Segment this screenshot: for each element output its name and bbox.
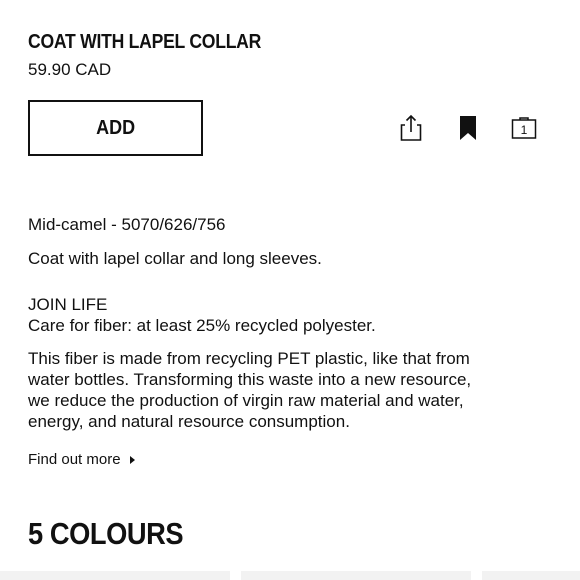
colour-swatch[interactable] <box>241 571 471 580</box>
colour-reference: Mid-camel - 5070/626/756 <box>28 215 226 234</box>
product-price: 59.90 CAD <box>28 60 112 79</box>
product-description: Coat with lapel collar and long sleeves. <box>28 249 322 268</box>
shopping-bag-button[interactable]: 1 <box>508 112 540 144</box>
fiber-text-line: This fiber is made from recycling PET pl… <box>28 349 470 368</box>
join-life-care: Care for fiber: at least 25% recycled po… <box>28 316 376 335</box>
find-out-more-link[interactable]: Find out more <box>28 450 135 469</box>
shopping-bag-icon: 1 <box>511 117 537 139</box>
share-icon <box>400 114 422 141</box>
add-button-label: ADD <box>95 116 136 139</box>
bag-count: 1 <box>521 123 528 137</box>
bookmark-button[interactable] <box>452 112 484 144</box>
fiber-text-line: water bottles. Transforming this waste i… <box>28 370 472 389</box>
join-life-heading: JOIN LIFE <box>28 295 108 314</box>
add-to-bag-button[interactable]: ADD <box>28 100 203 156</box>
fiber-text-line: energy, and natural resource consumption… <box>28 412 350 431</box>
caret-right-icon <box>129 455 135 464</box>
product-title: COAT WITH LAPEL COLLAR <box>28 31 262 53</box>
colour-swatch[interactable] <box>482 571 580 580</box>
colours-heading: 5 COLOURS <box>28 516 184 551</box>
share-button[interactable] <box>395 112 427 144</box>
colour-swatch[interactable] <box>0 571 230 580</box>
find-out-more-label: Find out more <box>28 451 121 468</box>
fiber-text-line: we reduce the production of virgin raw m… <box>28 391 464 410</box>
bookmark-icon <box>460 116 476 140</box>
